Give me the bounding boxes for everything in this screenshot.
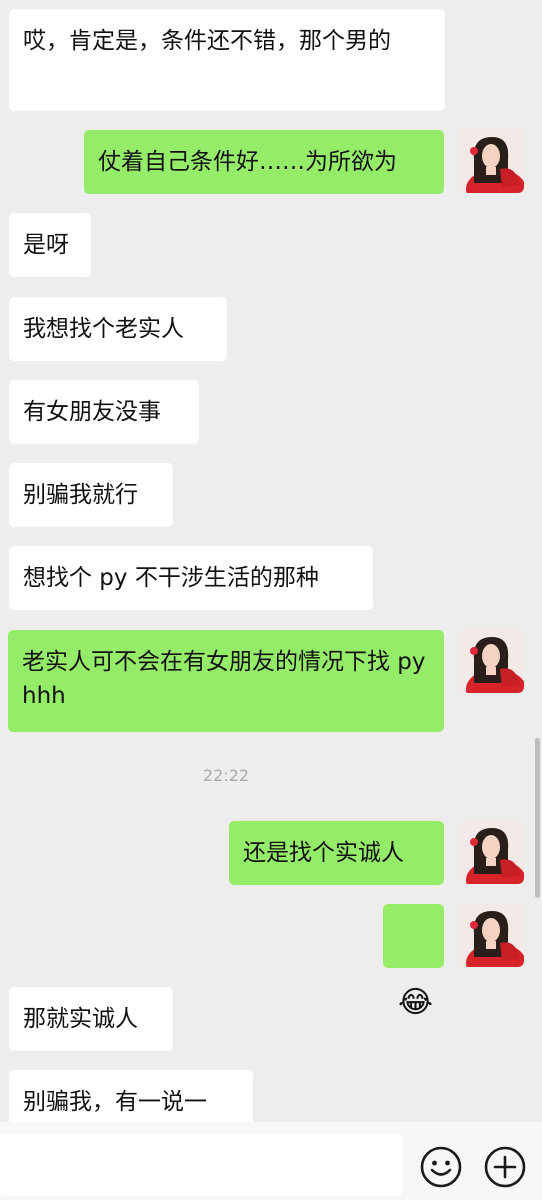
incoming-message[interactable]: 有女朋友没事 [9, 380, 199, 444]
incoming-message[interactable]: 我想找个老实人 [9, 297, 227, 361]
scrollbar[interactable] [535, 738, 540, 898]
avatar-image [460, 129, 524, 193]
plus-circle-icon [484, 1146, 526, 1188]
outgoing-message[interactable]: 还是找个实诚人 [229, 821, 444, 885]
avatar[interactable] [460, 820, 524, 884]
message-input[interactable] [0, 1134, 402, 1196]
incoming-message[interactable]: 别骗我，有一说一 [9, 1070, 253, 1122]
incoming-message[interactable]: 那就实诚人 [9, 987, 173, 1051]
avatar-image [460, 820, 524, 884]
outgoing-message[interactable]: 仗着自己条件好……为所欲为 [84, 130, 444, 194]
more-button[interactable] [483, 1145, 527, 1189]
incoming-message[interactable]: 是呀 [9, 213, 91, 277]
incoming-message[interactable]: 想找个 py 不干涉生活的那种 [9, 546, 373, 610]
outgoing-emoji-message[interactable]: 😂 [383, 904, 444, 1018]
incoming-message[interactable]: 别骗我就行 [9, 463, 173, 527]
incoming-message[interactable]: 哎，肯定是，条件还不错，那个男的 [9, 9, 445, 111]
outgoing-message[interactable]: 老实人可不会在有女朋友的情况下找 pyhhh [8, 630, 444, 732]
chat-area[interactable]: 哎，肯定是，条件还不错，那个男的 仗着自己条件好……为所欲为 是呀 我想找个老实… [0, 0, 542, 1122]
avatar-image [460, 629, 524, 693]
avatar-image [460, 903, 524, 967]
avatar[interactable] [460, 129, 524, 193]
avatar[interactable] [460, 903, 524, 967]
timestamp: 22:22 [202, 766, 250, 785]
input-bar [0, 1122, 542, 1200]
avatar[interactable] [460, 629, 524, 693]
emoji-button[interactable] [419, 1145, 463, 1189]
smiley-icon [420, 1146, 462, 1188]
tears-of-joy-emoji: 😂 [398, 985, 434, 1020]
